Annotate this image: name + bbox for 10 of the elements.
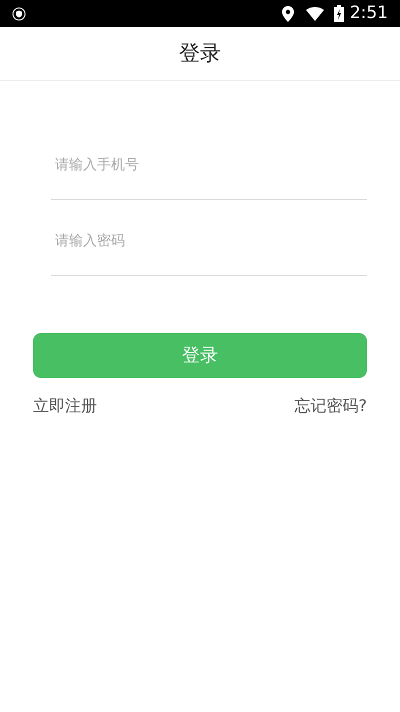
- forgot-password-link[interactable]: 忘记密码?: [294, 394, 367, 418]
- input-field[interactable]: 请输入密码: [51, 214, 367, 276]
- wifi-icon: [306, 6, 324, 20]
- page-title: 登录: [179, 40, 221, 67]
- clock-time: 2:51: [350, 2, 388, 25]
- location-icon: [282, 6, 294, 22]
- battery-icon: [334, 5, 344, 22]
- shield-icon: [12, 6, 26, 20]
- register-link[interactable]: 立即注册: [33, 394, 97, 418]
- input-field[interactable]: 请输入手机号: [51, 138, 367, 200]
